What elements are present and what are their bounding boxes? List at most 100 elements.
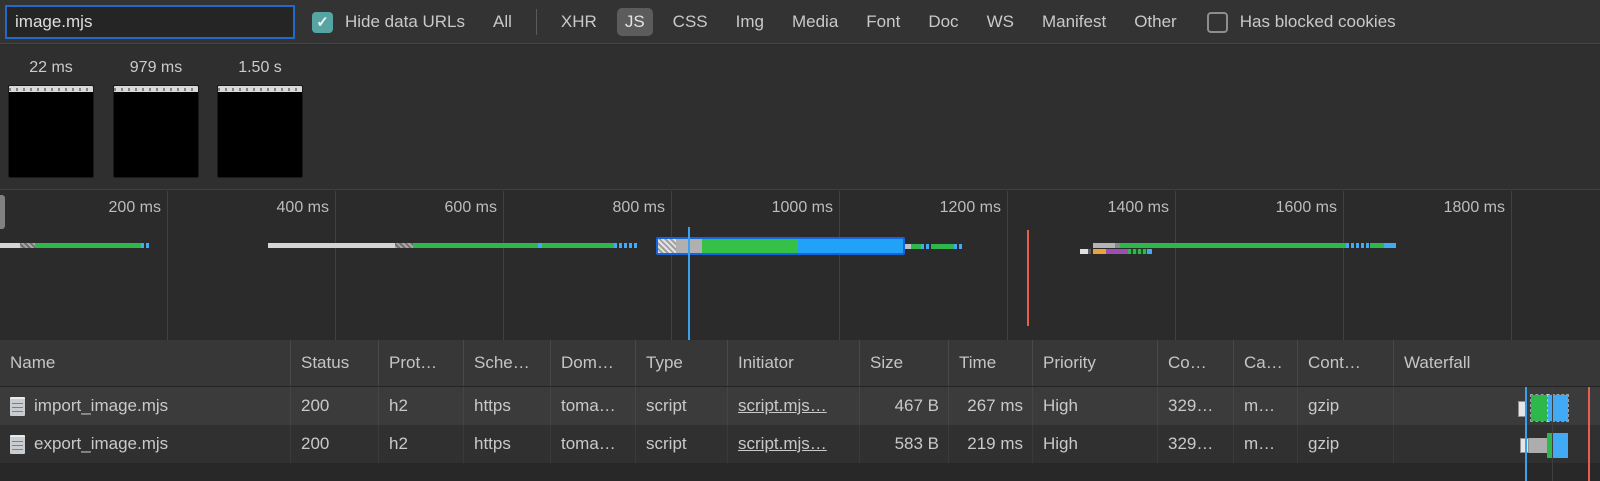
page-screenshot-thumbnail[interactable] — [8, 85, 94, 178]
request-size: 583 B — [859, 425, 948, 463]
type-filter-other[interactable]: Other — [1126, 8, 1185, 36]
table-header-row: Name Status Prot… Sche… Dom… Type Initia… — [0, 340, 1600, 387]
frame-timestamp: 22 ms — [8, 55, 94, 85]
page-screenshot-thumbnail[interactable] — [113, 85, 199, 178]
thumbnail-browser-chrome — [114, 86, 198, 92]
request-type: script — [635, 387, 727, 425]
column-header-waterfall[interactable]: Waterfall — [1393, 340, 1600, 386]
request-scheme: https — [463, 387, 550, 425]
column-header-status[interactable]: Status — [290, 340, 378, 386]
has-blocked-cookies-checkbox[interactable] — [1207, 12, 1228, 33]
grid-ruler-line — [671, 191, 672, 340]
request-content-encoding: gzip — [1297, 387, 1393, 425]
frame-timestamp: 979 ms — [113, 55, 199, 85]
type-filter-js[interactable]: JS — [617, 8, 653, 36]
request-size: 467 B — [859, 387, 948, 425]
page-screenshot-thumbnail[interactable] — [217, 85, 303, 178]
type-filter-doc[interactable]: Doc — [920, 8, 966, 36]
overview-request-bar — [1080, 249, 1152, 254]
time-tick-label: 600 ms — [445, 199, 497, 217]
request-connection: 329… — [1157, 387, 1233, 425]
toolbar-separator — [536, 9, 537, 35]
request-priority: High — [1032, 425, 1157, 463]
initiator-link[interactable]: script.mjs… — [738, 396, 827, 415]
request-status: 200 — [290, 425, 378, 463]
request-time: 267 ms — [948, 387, 1032, 425]
waterfall-dom-content-loaded-line — [1525, 387, 1527, 481]
filmstrip-frame[interactable]: 979 ms — [113, 55, 199, 178]
column-header-name[interactable]: Name — [0, 340, 290, 386]
column-header-priority[interactable]: Priority — [1032, 340, 1157, 386]
overview-request-bar — [1093, 243, 1396, 248]
request-protocol: h2 — [378, 387, 463, 425]
table-row[interactable]: import_image.mjs 200 h2 https toma… scri… — [0, 387, 1600, 425]
grid-ruler-line — [335, 191, 336, 340]
time-tick-label: 1600 ms — [1276, 199, 1337, 217]
has-blocked-cookies-label: Has blocked cookies — [1240, 12, 1396, 32]
waterfall-grid-line — [1552, 387, 1553, 481]
request-content-encoding: gzip — [1297, 425, 1393, 463]
column-header-connection[interactable]: Co… — [1157, 340, 1233, 386]
column-header-scheme[interactable]: Sche… — [463, 340, 550, 386]
column-header-content[interactable]: Cont… — [1297, 340, 1393, 386]
request-priority: High — [1032, 387, 1157, 425]
request-time: 219 ms — [948, 425, 1032, 463]
request-waterfall-bar — [1393, 425, 1600, 463]
request-cache: m… — [1233, 425, 1297, 463]
overview-left-handle[interactable] — [0, 195, 5, 229]
type-filter-all[interactable]: All — [485, 8, 520, 36]
thumbnail-browser-chrome — [9, 86, 93, 92]
network-request-table: Name Status Prot… Sche… Dom… Type Initia… — [0, 340, 1600, 481]
request-cache: m… — [1233, 387, 1297, 425]
filter-input[interactable] — [5, 5, 295, 39]
overview-selected-request-bar — [656, 237, 905, 255]
grid-ruler-line — [503, 191, 504, 340]
dom-content-loaded-line — [688, 227, 690, 340]
waterfall-load-event-line — [1588, 387, 1590, 481]
request-connection: 329… — [1157, 425, 1233, 463]
column-header-size[interactable]: Size — [859, 340, 948, 386]
column-header-protocol[interactable]: Prot… — [378, 340, 463, 386]
overview-request-bar — [268, 243, 637, 248]
request-domain: toma… — [550, 387, 635, 425]
column-header-time[interactable]: Time — [948, 340, 1032, 386]
initiator-link[interactable]: script.mjs… — [738, 434, 827, 453]
overview-request-bar — [905, 244, 964, 249]
overview-request-bar — [0, 243, 149, 248]
type-filter-font[interactable]: Font — [858, 8, 908, 36]
type-filter-img[interactable]: Img — [728, 8, 772, 36]
column-header-type[interactable]: Type — [635, 340, 727, 386]
filmstrip: 22 ms 979 ms 1.50 s — [0, 45, 1600, 190]
time-tick-label: 1000 ms — [772, 199, 833, 217]
column-header-domain[interactable]: Dom… — [550, 340, 635, 386]
time-tick-label: 200 ms — [109, 199, 161, 217]
request-protocol: h2 — [378, 425, 463, 463]
request-name: export_image.mjs — [34, 425, 168, 463]
request-status: 200 — [290, 387, 378, 425]
request-domain: toma… — [550, 425, 635, 463]
type-filter-manifest[interactable]: Manifest — [1034, 8, 1114, 36]
hide-data-urls-checkbox[interactable]: ✓ — [312, 12, 333, 33]
type-filter-xhr[interactable]: XHR — [553, 8, 605, 36]
column-header-cache[interactable]: Ca… — [1233, 340, 1297, 386]
waterfall-overview[interactable]: 200 ms 400 ms 600 ms 800 ms 1000 ms 1200… — [0, 191, 1600, 340]
grid-ruler-line — [839, 191, 840, 340]
table-row[interactable]: export_image.mjs 200 h2 https toma… scri… — [0, 425, 1600, 463]
column-header-initiator[interactable]: Initiator — [727, 340, 859, 386]
type-filter-media[interactable]: Media — [784, 8, 846, 36]
filmstrip-frame[interactable]: 1.50 s — [217, 55, 303, 178]
load-event-line — [1027, 230, 1029, 326]
request-type: script — [635, 425, 727, 463]
network-filter-toolbar: ✓ Hide data URLs All XHR JS CSS Img Medi… — [0, 0, 1600, 44]
type-filter-css[interactable]: CSS — [665, 8, 716, 36]
filmstrip-frame[interactable]: 22 ms — [8, 55, 94, 178]
time-tick-label: 400 ms — [277, 199, 329, 217]
grid-ruler-line — [167, 191, 168, 340]
thumbnail-browser-chrome — [218, 86, 302, 92]
type-filter-ws[interactable]: WS — [979, 8, 1022, 36]
time-tick-label: 1400 ms — [1108, 199, 1169, 217]
grid-ruler-line — [1511, 191, 1512, 340]
grid-ruler-line — [1175, 191, 1176, 340]
request-scheme: https — [463, 425, 550, 463]
time-tick-label: 1200 ms — [940, 199, 1001, 217]
